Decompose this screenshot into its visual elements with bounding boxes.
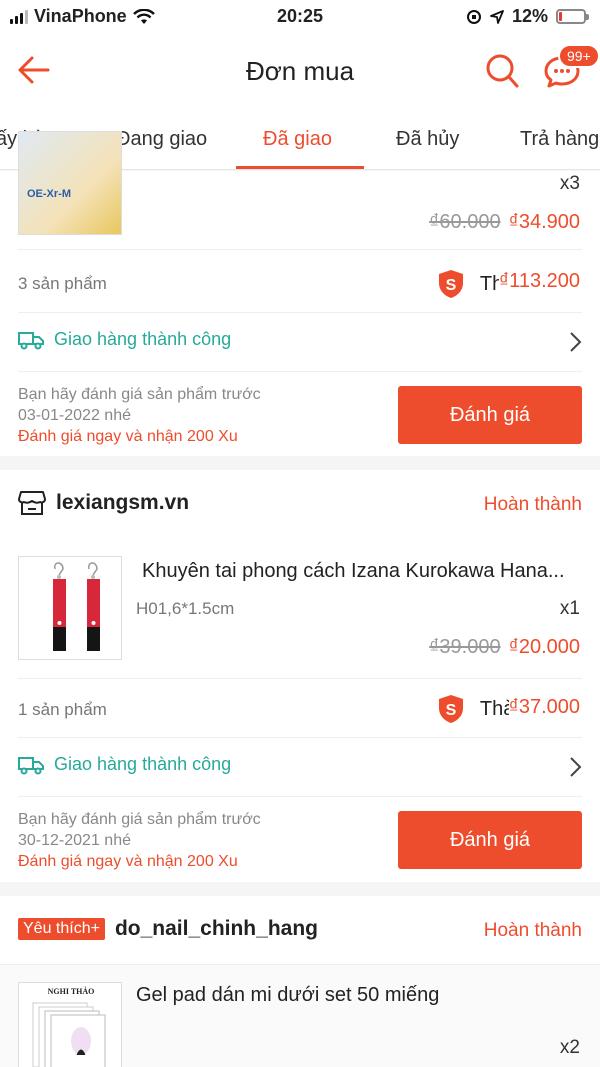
favorite-shop-badge: Yêu thích+	[18, 918, 105, 940]
total-amount: ₫37.000	[508, 696, 580, 719]
product-name[interactable]: Khuyên tai phong cách Izana Kurokawa Han…	[142, 560, 565, 583]
delivery-truck-icon	[18, 756, 44, 774]
chevron-right-icon[interactable]	[568, 331, 582, 353]
review-button[interactable]: Đánh giá	[398, 811, 582, 869]
review-reward: Đánh giá ngay và nhận 200 Xu	[18, 853, 238, 870]
product-image[interactable]	[18, 556, 122, 660]
quantity: x3	[559, 173, 580, 194]
order-status: Hoàn thành	[483, 494, 582, 515]
chat-badge: 99+	[558, 44, 600, 68]
svg-text:S: S	[446, 702, 457, 719]
order-card-1[interactable]: OE-Xr-M x3 ₫60.000 ₫34.900 3 sản phẩm S T…	[0, 131, 600, 456]
product-image[interactable]: OE-Xr-M	[18, 131, 122, 235]
tab-dang-giao[interactable]: Đang giao	[116, 128, 207, 151]
status-bar: VinaPhone 20:25 12%	[0, 0, 600, 34]
divider	[18, 312, 582, 313]
review-reminder-line1: Bạn hãy đánh giá sản phẩm trước	[18, 811, 261, 828]
chevron-right-icon[interactable]	[568, 756, 582, 778]
item-count: 3 sản phẩm	[18, 274, 107, 293]
svg-text:S: S	[446, 277, 457, 294]
app-header: Đơn mua 99+	[0, 34, 600, 110]
shipping-status: Giao hàng thành công	[54, 329, 232, 349]
product-image-label: OE-Xr-M	[27, 188, 71, 200]
product-variant: H01,6*1.5cm	[136, 599, 235, 618]
item-count: 1 sản phẩm	[18, 700, 107, 719]
gel-pad-image	[32, 1002, 106, 1067]
product-image[interactable]: NGHI THẢO	[18, 982, 122, 1067]
shop-name[interactable]: do_nail_chinh_hang	[115, 917, 318, 941]
review-reward: Đánh giá ngay và nhận 200 Xu	[18, 428, 238, 445]
review-reminder-date: 03-01-2022 nhé	[18, 407, 131, 424]
product-name[interactable]: Gel pad dán mi dưới set 50 miếng	[136, 984, 439, 1007]
shipping-status-row[interactable]: Giao hàng thành công	[18, 329, 231, 350]
battery-percent: 12%	[511, 6, 548, 26]
search-icon[interactable]	[484, 52, 520, 90]
tab-da-huy[interactable]: Đã hủy	[396, 128, 459, 151]
divider	[18, 678, 582, 679]
shop-icon	[18, 491, 46, 515]
divider	[18, 796, 582, 797]
sale-price: ₫34.900	[508, 211, 580, 233]
earring-image	[53, 562, 100, 651]
order-status: Hoàn thành	[483, 920, 582, 941]
shipping-status-row[interactable]: Giao hàng thành công	[18, 754, 231, 775]
review-reminder: Bạn hãy đánh giá sản phẩm trước 03-01-20…	[18, 384, 261, 447]
quantity: x2	[559, 1037, 580, 1058]
original-price: ₫39.000	[429, 636, 501, 658]
shopee-guarantee-icon: S	[438, 695, 463, 723]
sale-price: ₫20.000	[508, 636, 580, 658]
shop-name[interactable]: lexiangsm.vn	[56, 491, 189, 515]
quantity: x1	[559, 598, 580, 619]
divider	[18, 737, 582, 738]
divider	[18, 249, 582, 250]
tab-da-giao[interactable]: Đã giao	[263, 128, 332, 151]
review-reminder: Bạn hãy đánh giá sản phẩm trước 30-12-20…	[18, 809, 261, 872]
delivery-truck-icon	[18, 331, 44, 349]
rotation-lock-icon	[466, 9, 481, 24]
review-button[interactable]: Đánh giá	[398, 386, 582, 444]
order-card-3[interactable]: Yêu thích+ do_nail_chinh_hang Hoàn thành…	[0, 896, 600, 1067]
tab-tra-hang[interactable]: Trả hàng	[520, 128, 599, 151]
divider	[18, 371, 582, 372]
order-card-2[interactable]: lexiangsm.vn Hoàn thành Khuyên tai phong…	[0, 470, 600, 882]
total-amount: ₫113.200	[498, 270, 580, 293]
review-reminder-date: 30-12-2021 nhé	[18, 832, 131, 849]
shopee-guarantee-icon: S	[438, 270, 463, 298]
shipping-status: Giao hàng thành công	[54, 754, 232, 774]
battery-icon	[556, 9, 589, 24]
active-tab-indicator	[236, 166, 364, 169]
review-reminder-line1: Bạn hãy đánh giá sản phẩm trước	[18, 386, 261, 403]
location-icon	[490, 9, 504, 24]
original-price: ₫60.000	[429, 211, 501, 233]
